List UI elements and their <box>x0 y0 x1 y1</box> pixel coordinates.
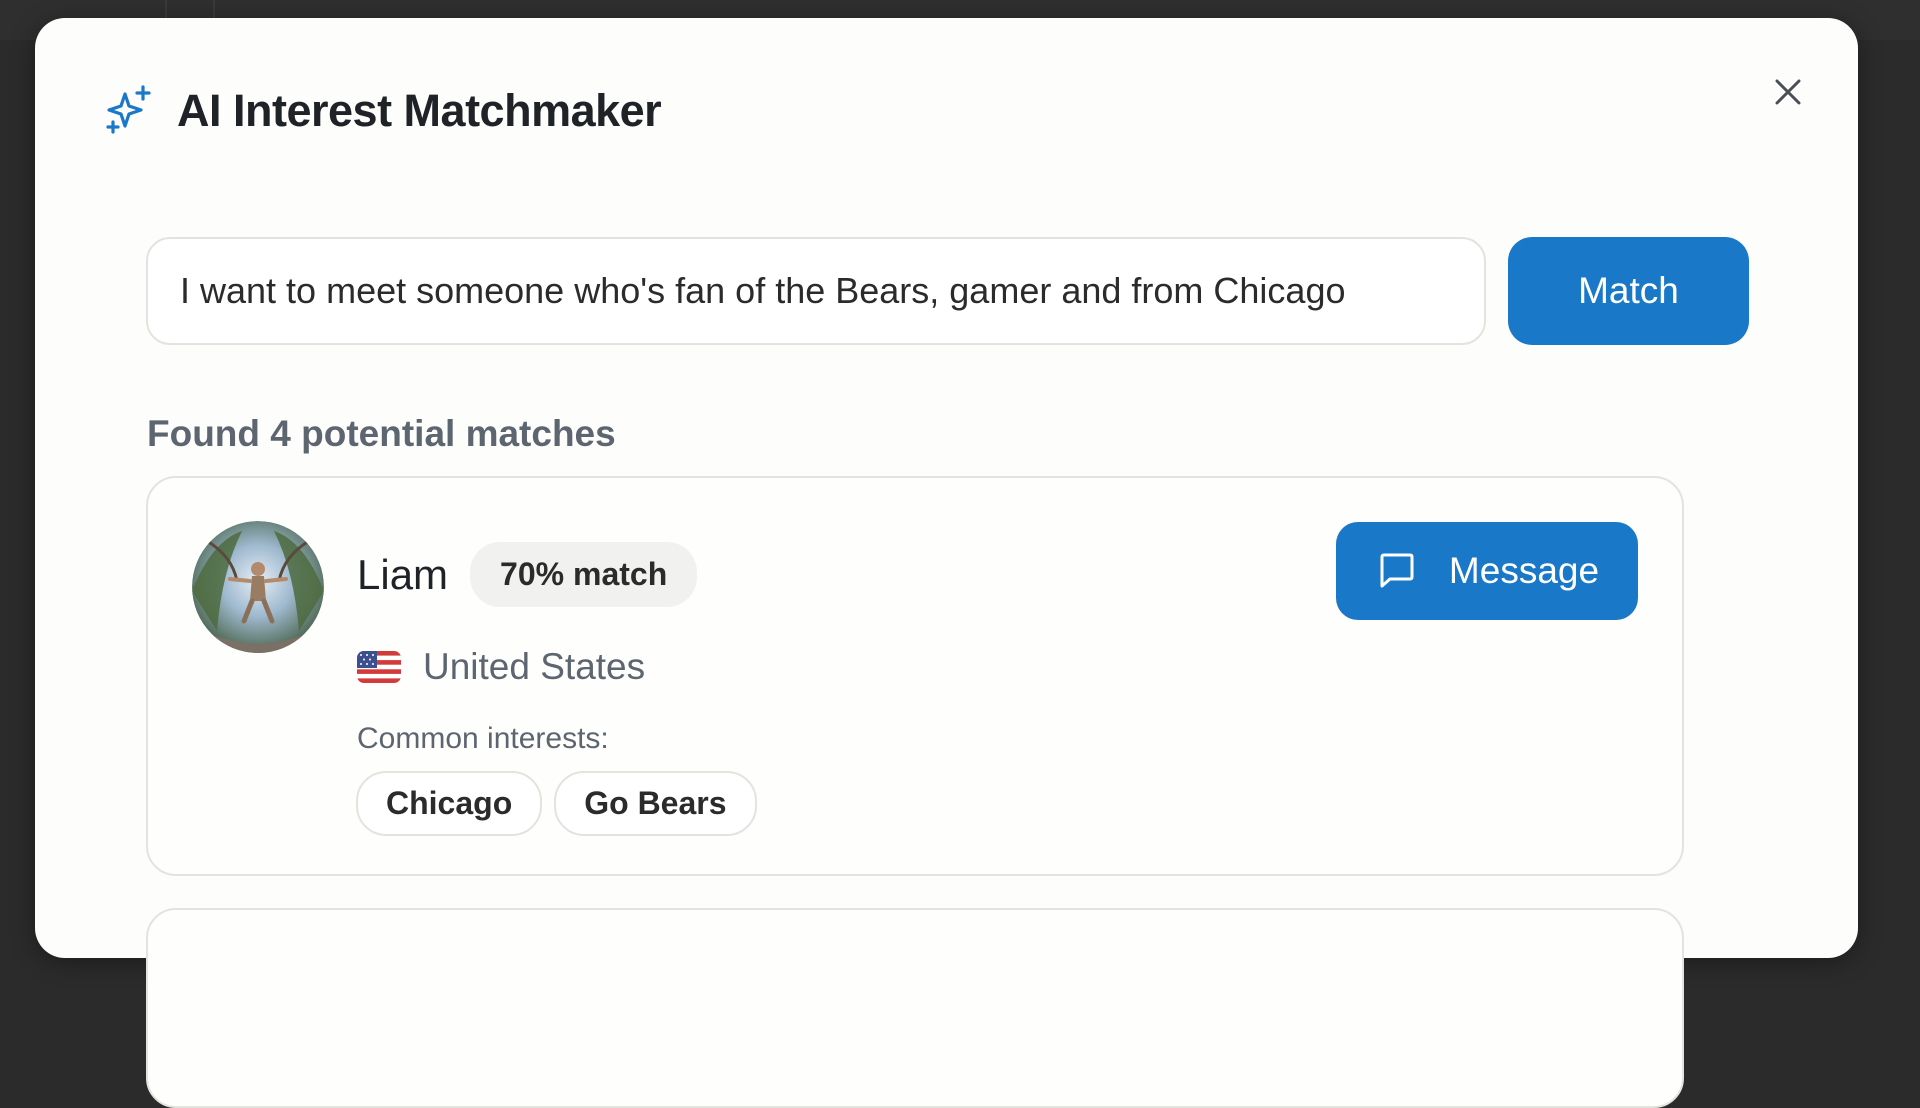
interest-list: Chicago Go Bears <box>356 771 757 836</box>
match-card: Liam 70% match Message United States Com… <box>146 476 1684 876</box>
interest-chip: Chicago <box>356 771 543 836</box>
close-icon <box>1775 79 1801 105</box>
modal-header: AI Interest Matchmaker <box>103 84 662 138</box>
interest-search-input[interactable] <box>146 237 1486 345</box>
sparkles-icon <box>106 85 151 134</box>
message-button-label: Message <box>1448 550 1600 591</box>
chat-bubble-icon <box>1380 553 1414 588</box>
us-flag-icon <box>357 651 401 683</box>
modal-title: AI Interest Matchmaker <box>177 85 662 136</box>
close-button[interactable] <box>1764 68 1812 116</box>
name-row: Liam 70% match <box>357 542 698 607</box>
match-button[interactable]: Match <box>1508 237 1749 345</box>
match-card <box>146 908 1684 1108</box>
avatar-image <box>192 521 324 653</box>
interest-chip: Go Bears <box>554 771 757 836</box>
message-button[interactable]: Message <box>1336 522 1638 620</box>
person-name: Liam <box>357 550 449 598</box>
country-row: United States <box>357 646 645 688</box>
search-row: Match <box>146 237 1749 345</box>
common-interests-label: Common interests: <box>357 722 609 755</box>
avatar <box>192 521 324 653</box>
match-percent-badge: 70% match <box>470 542 698 607</box>
matchmaker-modal: AI Interest Matchmaker Match Found 4 pot… <box>35 18 1858 1108</box>
country-name: United States <box>423 646 646 687</box>
results-count: Found 4 potential matches <box>147 413 616 454</box>
